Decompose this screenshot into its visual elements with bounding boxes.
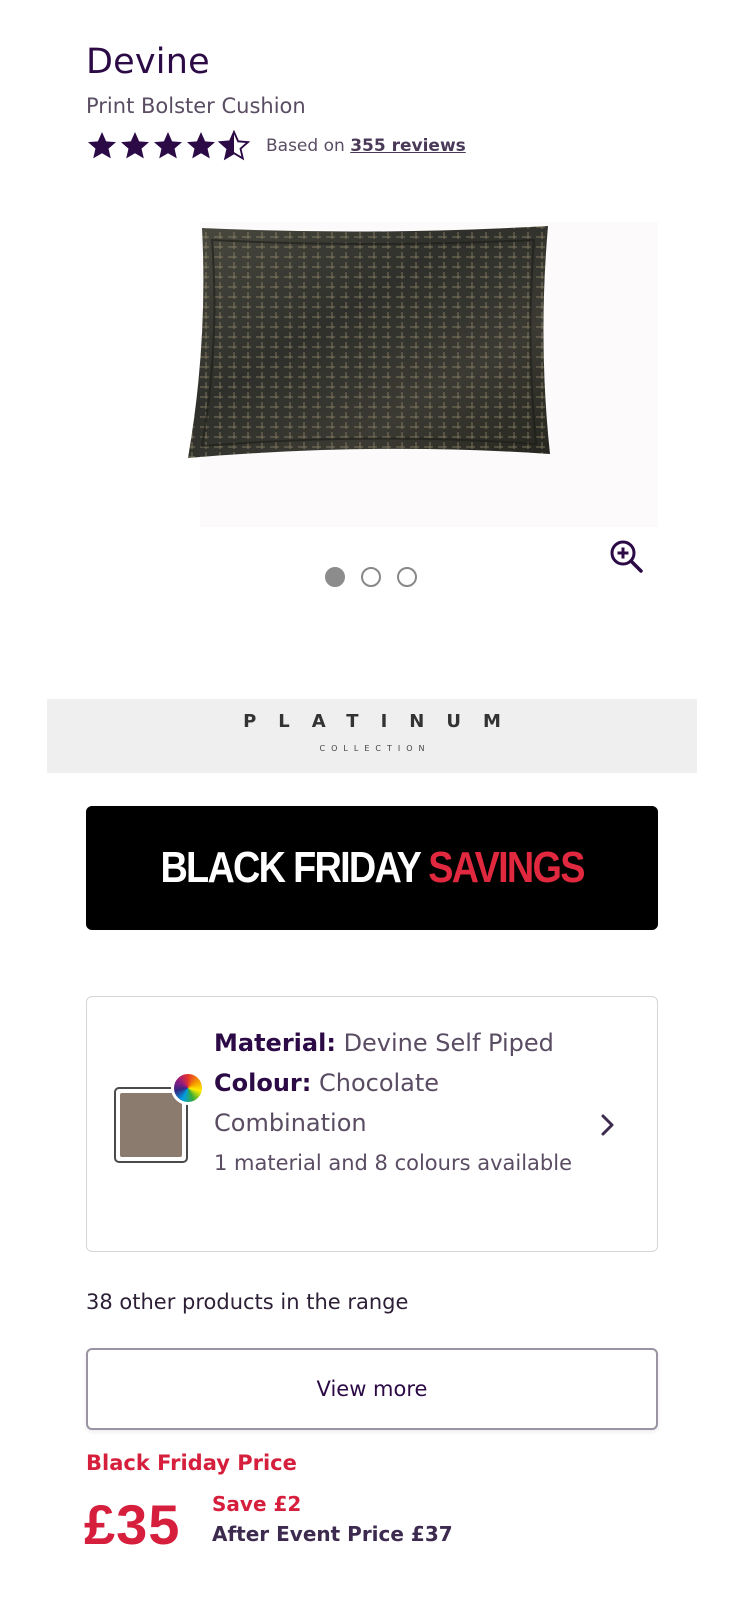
price: £35 [84, 1493, 181, 1556]
star-full-icon [88, 132, 116, 159]
reviews-link[interactable]: 355 reviews [350, 136, 466, 156]
variant-selector-card[interactable]: Material: Devine Self Piped Colour: Choc… [86, 996, 658, 1252]
material-value: Devine Self Piped [343, 1029, 554, 1057]
carousel-dot-1[interactable] [325, 567, 345, 587]
platinum-subtitle: COLLECTION [319, 744, 431, 753]
based-on-label: Based on [266, 136, 345, 156]
save-amount: Save £2 [212, 1492, 302, 1516]
reviews-summary: Based on 355 reviews [266, 136, 466, 156]
product-subtitle: Print Bolster Cushion [86, 94, 306, 118]
availability-text: 1 material and 8 colours available [214, 1151, 573, 1175]
zoom-in-icon[interactable] [606, 536, 646, 576]
black-friday-banner-text: BLACK FRIDAY SAVINGS [160, 843, 585, 893]
colour-label: Colour: [214, 1069, 312, 1097]
carousel-dot-2[interactable] [361, 567, 381, 587]
material-label: Material: [214, 1029, 336, 1057]
black-friday-price-label: Black Friday Price [86, 1451, 297, 1475]
star-full-icon [154, 132, 182, 159]
colour-wheel-icon [171, 1071, 205, 1105]
after-event-price: After Event Price £37 [212, 1522, 453, 1546]
variant-details: Material: Devine Self Piped Colour: Choc… [214, 1023, 574, 1183]
banner-text-white: BLACK FRIDAY [160, 843, 421, 892]
swatch-fill [120, 1093, 182, 1157]
view-more-button[interactable]: View more [86, 1348, 658, 1430]
material-line: Material: Devine Self Piped [214, 1023, 574, 1063]
carousel-dot-3[interactable] [397, 567, 417, 587]
brand-title: Devine [86, 42, 210, 82]
banner-text-red: SAVINGS [428, 843, 585, 892]
platinum-title: PLATINUM [243, 711, 523, 732]
rating-row: Based on 355 reviews [86, 128, 466, 164]
chevron-right-icon[interactable] [597, 1110, 619, 1140]
star-half-icon [218, 130, 250, 161]
range-count-text: 38 other products in the range [86, 1290, 409, 1314]
star-full-icon [121, 132, 149, 159]
platinum-collection-banner: PLATINUM COLLECTION [47, 699, 697, 773]
carousel-dots [325, 567, 417, 587]
star-full-icon [187, 132, 215, 159]
product-image-cushion[interactable] [186, 222, 556, 462]
black-friday-banner: BLACK FRIDAY SAVINGS [86, 806, 658, 930]
star-rating [86, 130, 250, 162]
colour-line: Colour: Chocolate Combination [214, 1063, 574, 1143]
